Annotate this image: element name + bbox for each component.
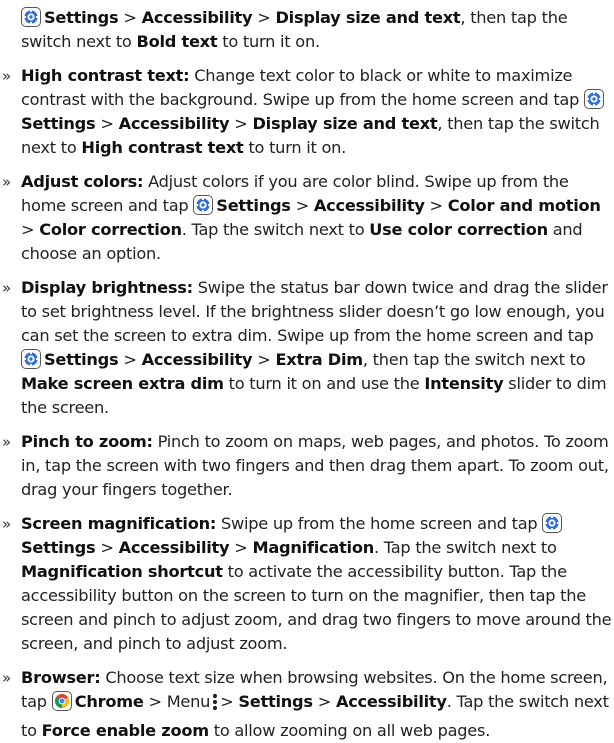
menu-vertical-dots-icon	[211, 692, 219, 719]
display-size-label: Display size and text	[275, 8, 461, 27]
settings-gear-icon	[584, 89, 605, 109]
item-title: Browser:	[21, 668, 101, 687]
bold-text-continuation: Settings > Accessibility > Display size …	[21, 7, 568, 51]
list-item-screen-magnification: » Screen magnification: Swipe up from the…	[2, 513, 612, 653]
list-item-high-contrast: » High contrast text: Change text color t…	[2, 64, 614, 160]
settings-label: Settings	[44, 8, 119, 27]
bullet-icon: »	[2, 279, 11, 297]
settings-gear-icon	[542, 513, 563, 533]
item-title: Display brightness:	[21, 278, 193, 297]
bold-text-option: Bold text	[136, 32, 218, 51]
item-title: High contrast text:	[21, 66, 190, 85]
list-item-pinch-to-zoom: » Pinch to zoom: Pinch to zoom on maps, w…	[2, 432, 609, 499]
settings-gear-icon	[193, 195, 214, 215]
item-title: Pinch to zoom:	[21, 432, 153, 451]
list-item-adjust-colors: » Adjust colors: Adjust colors if you are…	[2, 172, 601, 263]
bullet-icon: »	[2, 433, 11, 451]
item-title: Adjust colors:	[21, 172, 144, 191]
item-title: Screen magnification:	[21, 514, 217, 533]
accessibility-instructions: Settings > Accessibility > Display size …	[0, 0, 614, 743]
settings-gear-icon	[21, 7, 41, 27]
accessibility-label: Accessibility	[141, 8, 253, 27]
settings-gear-icon	[21, 349, 41, 369]
bullet-icon: »	[2, 515, 11, 533]
bullet-icon: »	[2, 669, 11, 687]
bullet-icon: »	[2, 173, 11, 191]
chrome-icon	[51, 691, 72, 711]
list-item-browser: » Browser: Choose text size when browsing…	[2, 668, 609, 740]
list-item-display-brightness: » Display brightness: Swipe the status ba…	[2, 278, 608, 417]
bullet-icon: »	[2, 67, 11, 85]
